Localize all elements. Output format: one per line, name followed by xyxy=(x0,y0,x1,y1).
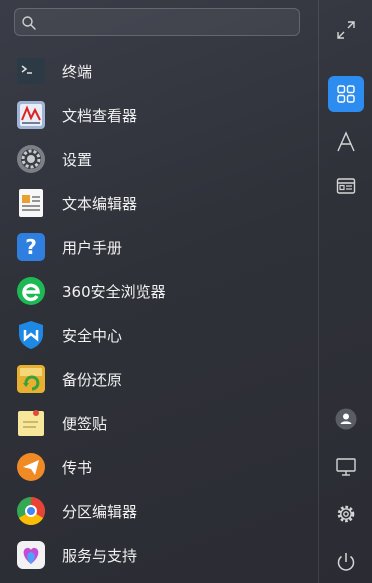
terminal-icon xyxy=(17,58,45,84)
app-item-security-center[interactable]: 安全中心 xyxy=(0,314,318,358)
search-box[interactable] xyxy=(14,8,300,37)
settings-gear-icon xyxy=(17,145,45,173)
search-icon xyxy=(22,16,36,30)
svg-text:?: ? xyxy=(25,235,37,259)
sticky-note-icon xyxy=(18,410,44,436)
app-label: 360安全浏览器 xyxy=(62,283,166,301)
app-label: 文本编辑器 xyxy=(62,195,138,213)
power-icon xyxy=(337,553,355,571)
app-item-terminal[interactable]: 终端 xyxy=(0,50,318,94)
app-item-user-manual[interactable]: ? 用户手册 xyxy=(0,226,318,270)
user-icon xyxy=(335,408,357,430)
partition-editor-icon xyxy=(17,497,45,525)
app-item-document-viewer[interactable]: 文档查看器 xyxy=(0,94,318,138)
desktop-button[interactable] xyxy=(328,449,364,485)
help-manual-icon: ? xyxy=(17,233,45,261)
transfer-icon xyxy=(17,453,45,481)
app-label: 文档查看器 xyxy=(62,107,138,125)
app-label: 终端 xyxy=(62,63,93,81)
app-list: 终端 文档查看器 设置 文本编辑器 ? 用户手册 360安全浏览器 安全中心 备… xyxy=(0,50,318,578)
gear-icon xyxy=(337,505,355,523)
backup-restore-icon xyxy=(17,365,45,393)
monitor-icon xyxy=(336,458,356,476)
fullscreen-button[interactable] xyxy=(328,12,364,48)
app-label: 用户手册 xyxy=(62,239,123,257)
grid-view-button[interactable] xyxy=(328,76,364,112)
app-item-transfer[interactable]: 传书 xyxy=(0,446,318,490)
360-browser-icon xyxy=(17,277,45,305)
letter-sort-button[interactable] xyxy=(328,124,364,160)
app-item-settings[interactable]: 设置 xyxy=(0,138,318,182)
expand-icon xyxy=(337,21,355,39)
right-sidebar xyxy=(318,0,372,583)
start-menu: 终端 文档查看器 设置 文本编辑器 ? 用户手册 360安全浏览器 安全中心 备… xyxy=(0,0,372,583)
search-input[interactable] xyxy=(41,9,295,37)
category-view-button[interactable] xyxy=(328,168,364,204)
app-label: 便签贴 xyxy=(62,415,108,433)
app-item-backup-restore[interactable]: 备份还原 xyxy=(0,358,318,402)
app-label: 备份还原 xyxy=(62,371,123,389)
text-editor-icon xyxy=(19,189,43,217)
app-label: 传书 xyxy=(62,459,93,477)
app-item-service-support[interactable]: 服务与支持 xyxy=(0,534,318,578)
document-viewer-icon xyxy=(17,101,45,129)
app-item-360-browser[interactable]: 360安全浏览器 xyxy=(0,270,318,314)
service-support-icon xyxy=(17,541,45,569)
user-button[interactable] xyxy=(328,401,364,437)
app-item-partition-editor[interactable]: 分区编辑器 xyxy=(0,490,318,534)
settings-button[interactable] xyxy=(328,496,364,532)
security-center-icon xyxy=(19,321,43,349)
category-view-icon xyxy=(336,178,356,194)
power-button[interactable] xyxy=(328,544,364,580)
grid-view-icon xyxy=(337,85,355,103)
app-label: 分区编辑器 xyxy=(62,503,138,521)
app-label: 安全中心 xyxy=(62,327,123,345)
app-label: 服务与支持 xyxy=(62,547,138,565)
letter-a-icon xyxy=(337,131,355,152)
app-item-text-editor[interactable]: 文本编辑器 xyxy=(0,182,318,226)
app-item-sticky-notes[interactable]: 便签贴 xyxy=(0,402,318,446)
app-label: 设置 xyxy=(62,151,93,169)
